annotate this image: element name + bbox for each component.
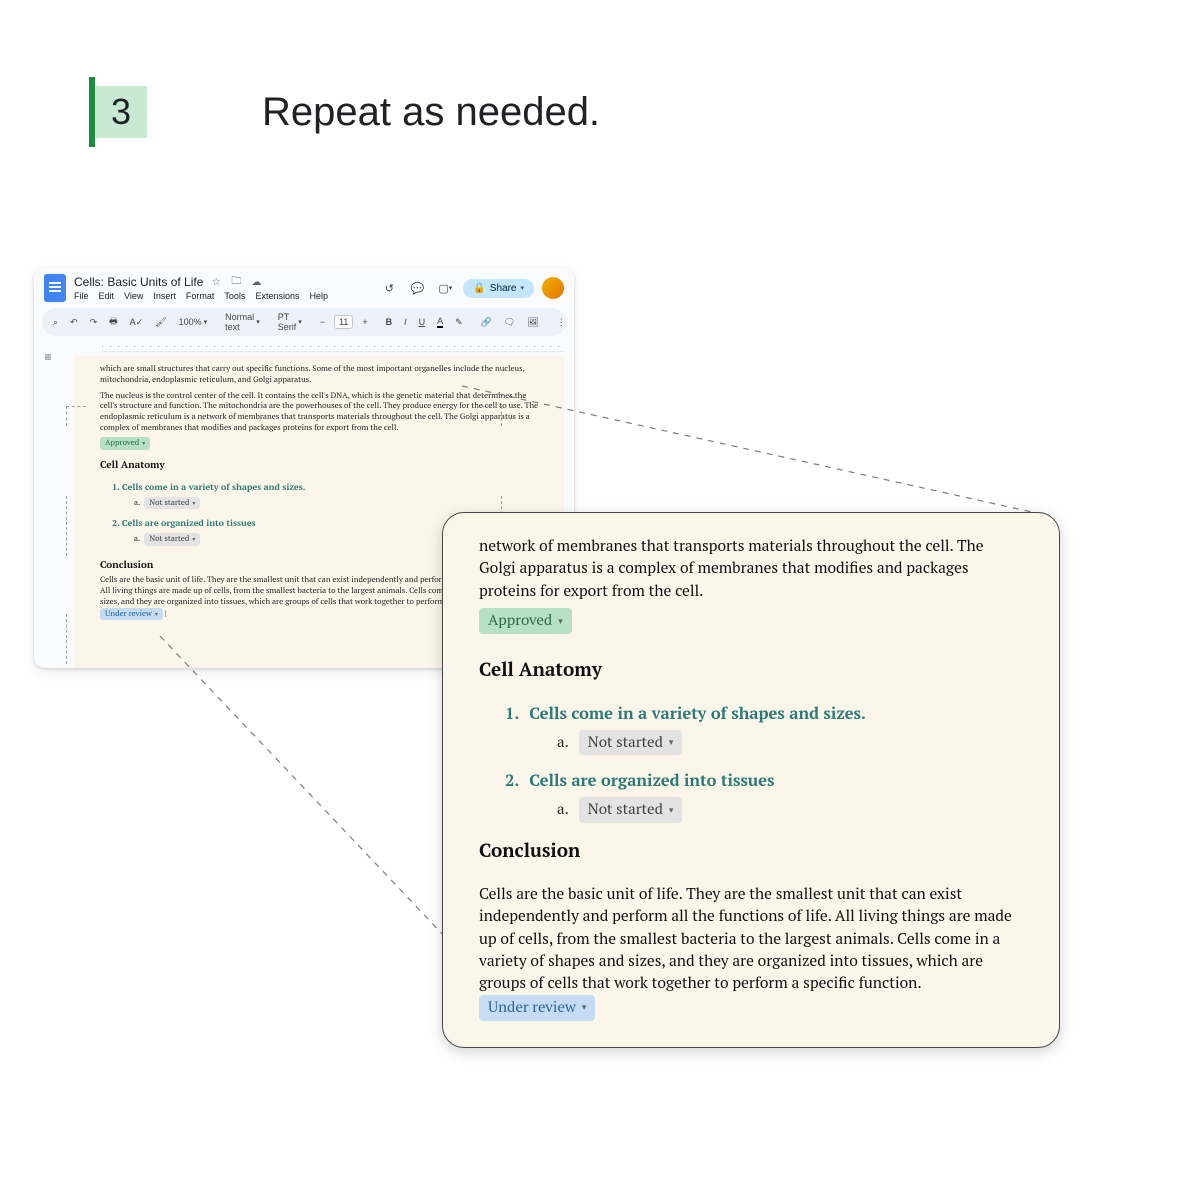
list-item-text: Cells are organized into tissues	[529, 769, 774, 793]
search-icon[interactable]: ⌕	[50, 315, 61, 330]
crop-guide	[66, 614, 67, 664]
meet-icon[interactable]: ▢▾	[435, 278, 455, 298]
list-number: 1.	[505, 702, 519, 726]
undo-icon[interactable]: ↶	[67, 315, 81, 330]
star-icon[interactable]: ☆	[209, 275, 223, 289]
insert-image-icon[interactable]: 🖼	[524, 315, 541, 330]
menu-edit[interactable]: Edit	[99, 291, 115, 301]
menu-tools[interactable]: Tools	[224, 291, 245, 301]
paragraph: network of membranes that transports mat…	[479, 535, 1023, 602]
redo-icon[interactable]: ↷	[87, 315, 101, 330]
cloud-icon[interactable]: ☁	[249, 275, 263, 289]
left-rail: ≡	[34, 340, 62, 668]
text-color-button[interactable]: A	[434, 314, 446, 330]
list-number: 2.	[112, 517, 120, 529]
highlight-button[interactable]: ✎	[452, 315, 466, 330]
underline-button[interactable]: U	[416, 315, 429, 329]
move-icon[interactable]: 🗀	[229, 275, 243, 289]
font-size-inc[interactable]: +	[359, 315, 370, 329]
print-icon[interactable]: 🖶	[106, 312, 121, 332]
sub-letter: a.	[134, 534, 140, 545]
list-number: 1.	[112, 481, 120, 493]
docs-toolbar: ⌕ ↶ ↷ 🖶 A✓ 🖌 100%▾ Normal text ▾ PT Seri…	[42, 308, 566, 336]
chevron-down-icon: ▾	[582, 1001, 587, 1014]
status-chip-under-review[interactable]: Under review▾	[479, 995, 595, 1021]
status-chip-approved[interactable]: Approved▾	[100, 437, 150, 450]
italic-button[interactable]: I	[401, 315, 410, 329]
chevron-down-icon: ▾	[155, 610, 158, 618]
share-button[interactable]: 🔒 Share ▾	[463, 279, 534, 298]
spellcheck-icon[interactable]: A✓	[127, 315, 147, 330]
step-number: 3	[111, 91, 131, 133]
heading-cell-anatomy: Cell Anatomy	[100, 458, 544, 472]
status-chip-not-started[interactable]: Not started▾	[579, 797, 683, 823]
menu-file[interactable]: File	[74, 291, 89, 301]
add-comment-icon[interactable]: 🗨	[501, 315, 518, 330]
docs-title[interactable]: Cells: Basic Units of Life	[74, 275, 203, 289]
list-item-text: Cells come in a variety of shapes and si…	[529, 702, 866, 726]
chevron-down-icon: ▾	[520, 284, 524, 292]
menu-insert[interactable]: Insert	[153, 291, 176, 301]
zoom-select[interactable]: 100%▾	[176, 315, 211, 329]
chevron-down-icon: ▾	[192, 535, 195, 543]
history-icon[interactable]: ↺	[379, 278, 399, 298]
docs-menu-bar: File Edit View Insert Format Tools Exten…	[74, 291, 371, 301]
outline-icon[interactable]: ≡	[44, 350, 51, 668]
status-chip-not-started[interactable]: Not started▾	[579, 730, 683, 756]
sub-letter: a.	[557, 732, 569, 754]
chevron-down-icon: ▾	[669, 736, 674, 749]
chevron-down-icon: ▾	[669, 804, 674, 817]
list-item-text: Cells come in a variety of shapes and si…	[122, 481, 306, 493]
paragraph: Cells are the basic unit of life. They a…	[479, 883, 1023, 1021]
status-chip-under-review[interactable]: Under review▾	[100, 608, 163, 621]
sub-letter: a.	[557, 799, 569, 821]
menu-format[interactable]: Format	[186, 291, 215, 301]
docs-logo-icon	[44, 274, 66, 302]
share-label: Share	[490, 283, 517, 294]
step-title: Repeat as needed.	[262, 90, 600, 135]
status-chip-approved[interactable]: Approved▾	[479, 608, 572, 634]
step-badge: 3	[95, 86, 147, 138]
step-header: 3 Repeat as needed.	[95, 86, 600, 138]
more-icon[interactable]: ⋮	[554, 315, 569, 330]
chevron-down-icon: ▾	[142, 439, 145, 447]
link-icon[interactable]: 🔗	[478, 315, 495, 330]
crop-guide	[66, 496, 67, 556]
menu-view[interactable]: View	[124, 291, 143, 301]
paragraph: which are small structures that carry ou…	[100, 364, 544, 386]
heading-cell-anatomy: Cell Anatomy	[479, 656, 1023, 684]
style-select[interactable]: Normal text ▾	[222, 310, 263, 334]
font-select[interactable]: PT Serif ▾	[275, 310, 305, 334]
horizontal-ruler[interactable]	[102, 340, 564, 352]
paragraph: The nucleus is the control center of the…	[100, 391, 544, 434]
docs-titlebar: Cells: Basic Units of Life ☆ 🗀 ☁ File Ed…	[34, 268, 574, 304]
sub-letter: a.	[134, 498, 140, 509]
list-number: 2.	[505, 769, 519, 793]
chevron-down-icon: ▾	[558, 615, 563, 628]
status-chip-not-started[interactable]: Not started▾	[144, 497, 200, 510]
bold-button[interactable]: B	[383, 315, 396, 329]
lock-icon: 🔒	[473, 283, 485, 294]
crop-corner	[66, 406, 86, 426]
status-chip-not-started[interactable]: Not started▾	[144, 533, 200, 546]
chevron-down-icon: ▾	[192, 499, 195, 507]
font-size-input[interactable]: 11	[334, 315, 353, 329]
font-size-dec[interactable]: −	[317, 315, 328, 329]
menu-help[interactable]: Help	[309, 291, 328, 301]
list-item-text: Cells are organized into tissues	[122, 517, 256, 529]
heading-conclusion: Conclusion	[479, 837, 1023, 865]
user-avatar[interactable]	[542, 277, 564, 299]
zoom-detail-panel: network of membranes that transports mat…	[442, 512, 1060, 1048]
comments-icon[interactable]: 💬	[407, 278, 427, 298]
paint-format-icon[interactable]: 🖌	[152, 315, 169, 330]
menu-extensions[interactable]: Extensions	[255, 291, 299, 301]
